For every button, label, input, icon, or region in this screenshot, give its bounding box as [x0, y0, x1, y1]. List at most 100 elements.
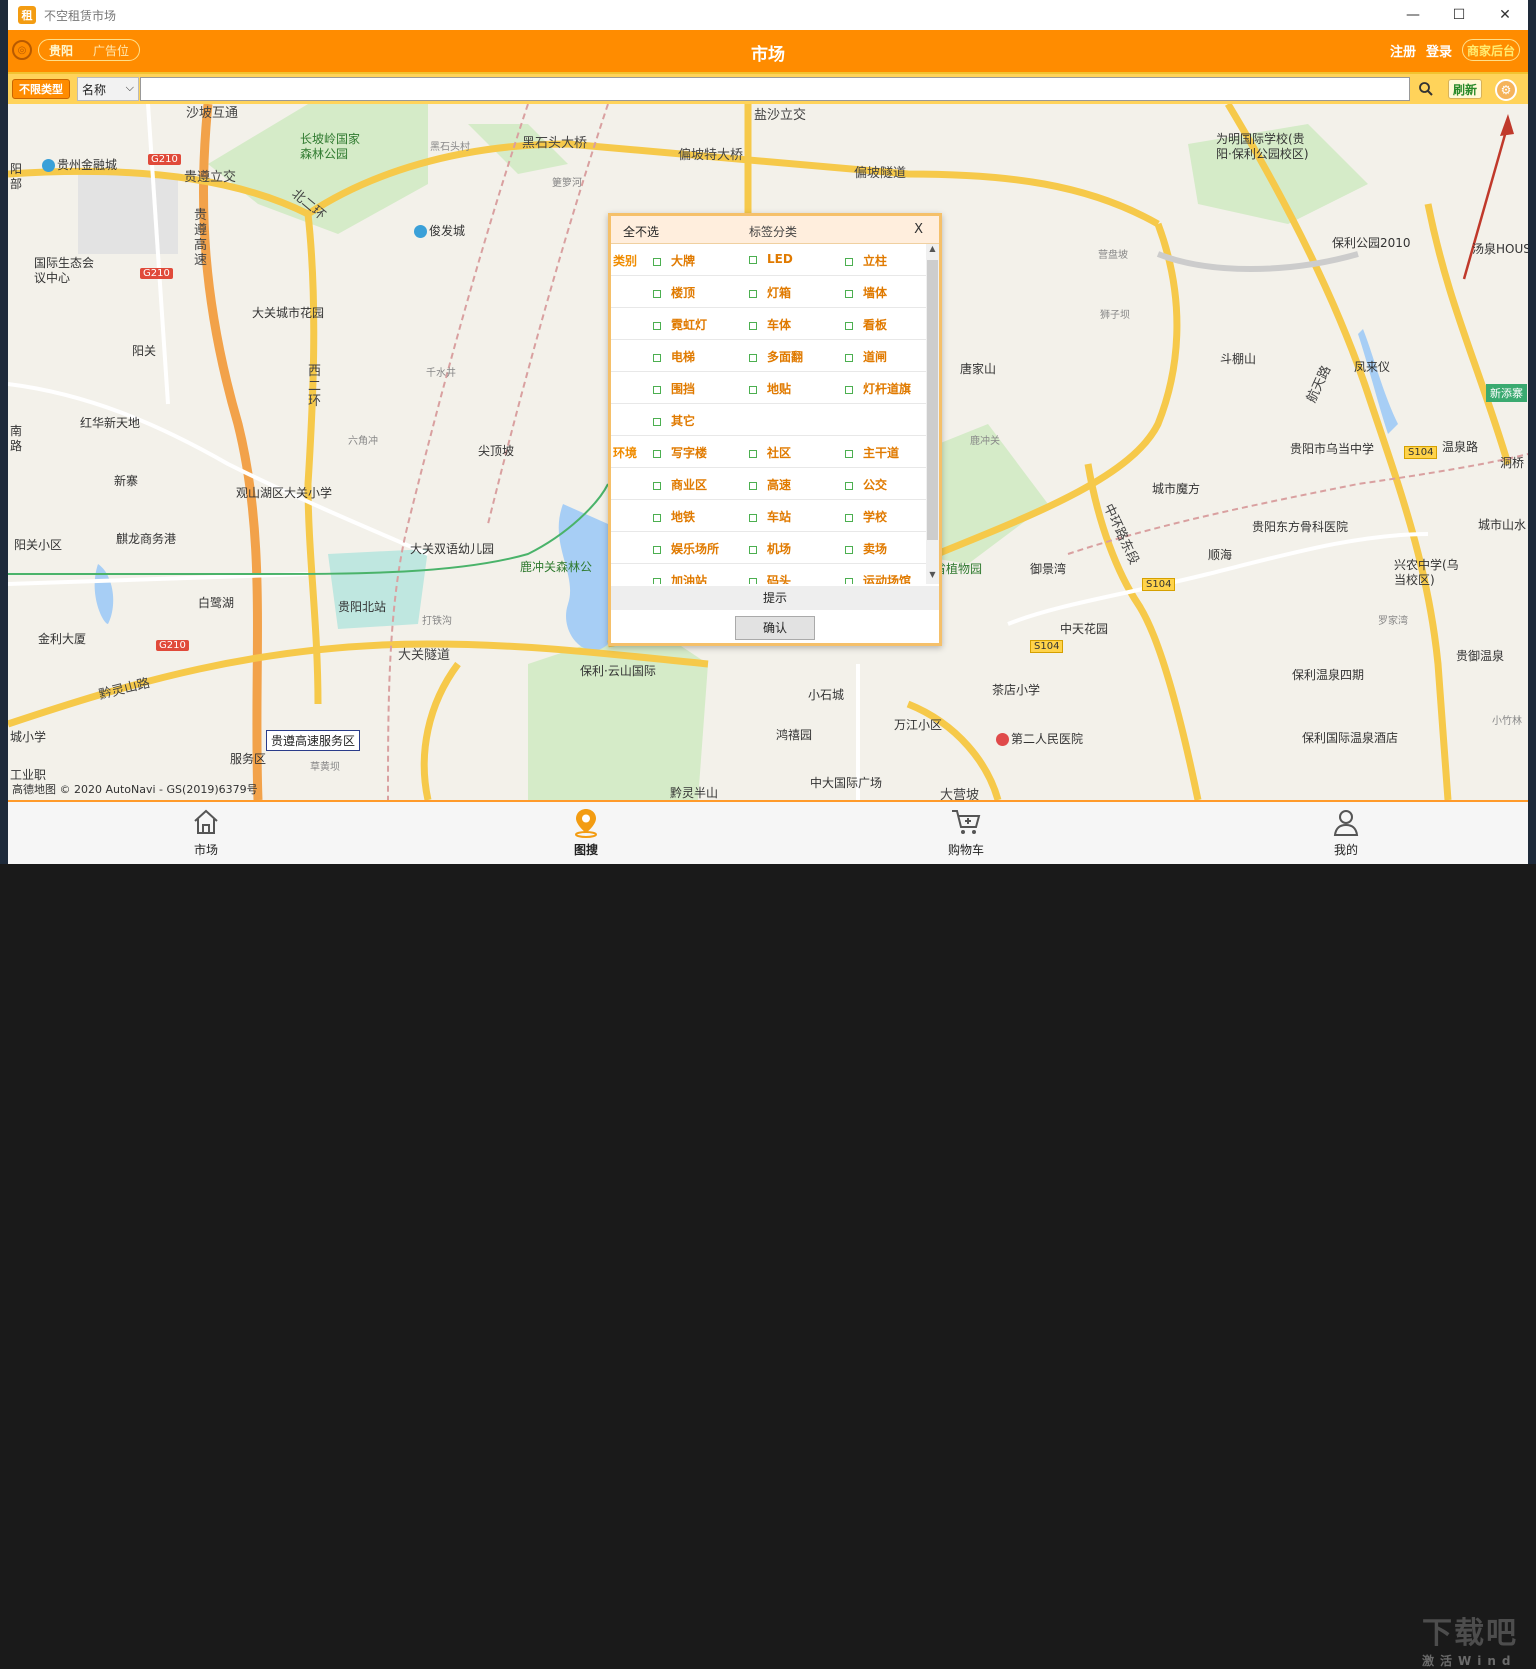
- checkbox-icon[interactable]: [653, 449, 661, 458]
- map-poi[interactable]: 中天花园: [1060, 620, 1108, 637]
- checkbox-icon[interactable]: [653, 353, 661, 362]
- map-poi[interactable]: 茶店小学: [992, 681, 1040, 698]
- map-poi[interactable]: 为明国际学校(贵阳·保利公园校区): [1216, 132, 1316, 162]
- checkbox-icon[interactable]: [749, 545, 757, 554]
- map-poi[interactable]: 大营坡: [940, 784, 979, 800]
- map-poi[interactable]: 保利·云山国际: [580, 662, 656, 679]
- tag-checkbox[interactable]: 运动场馆: [845, 572, 911, 584]
- type-filter-button[interactable]: 不限类型: [12, 79, 70, 99]
- map-poi[interactable]: 观山湖区大关小学: [236, 484, 332, 501]
- checkbox-icon[interactable]: [845, 545, 853, 554]
- map-poi[interactable]: 温泉路: [1442, 438, 1478, 455]
- map-poi[interactable]: 大关隧道: [398, 644, 450, 663]
- tag-checkbox[interactable]: 车站: [749, 508, 791, 525]
- map-poi[interactable]: 贵御温泉: [1456, 647, 1504, 664]
- checkbox-icon[interactable]: [653, 385, 661, 394]
- tag-checkbox[interactable]: 社区: [749, 444, 791, 461]
- checkbox-icon[interactable]: [653, 545, 661, 554]
- map-poi[interactable]: 唐家山: [960, 360, 996, 377]
- register-link[interactable]: 注册: [1390, 41, 1416, 60]
- map-poi[interactable]: 黑石头大桥: [522, 132, 587, 151]
- map-poi[interactable]: 筻箩河: [552, 174, 582, 189]
- checkbox-icon[interactable]: [845, 481, 853, 490]
- nav-map-search[interactable]: 图搜: [526, 806, 646, 858]
- checkbox-icon[interactable]: [845, 577, 853, 584]
- checkbox-icon[interactable]: [749, 449, 757, 458]
- checkbox-icon[interactable]: [845, 449, 853, 458]
- map-poi[interactable]: 万江小区: [894, 716, 942, 733]
- refresh-button[interactable]: 刷新: [1448, 79, 1483, 99]
- search-input[interactable]: [140, 77, 1410, 101]
- checkbox-icon[interactable]: [653, 577, 661, 584]
- checkbox-icon[interactable]: [653, 417, 661, 426]
- map-poi[interactable]: 长坡岭国家森林公园: [300, 132, 370, 162]
- map-poi[interactable]: 罗家湾: [1378, 612, 1408, 627]
- tag-checkbox[interactable]: 围挡: [653, 380, 695, 397]
- tag-checkbox[interactable]: 道闸: [845, 348, 887, 365]
- map-poi[interactable]: 尖顶坡: [478, 442, 514, 459]
- map-poi[interactable]: 斗棚山: [1220, 350, 1256, 367]
- tag-checkbox[interactable]: 加油站: [653, 572, 707, 584]
- settings-gear-icon[interactable]: ⚙: [1495, 79, 1517, 101]
- map-poi[interactable]: 第二人民医院: [996, 730, 1083, 747]
- map-poi[interactable]: 俊发城: [414, 222, 465, 239]
- dialog-scrollbar[interactable]: ▲ ▼: [926, 244, 939, 584]
- map-poi[interactable]: 沙坡互通: [186, 104, 238, 121]
- confirm-button[interactable]: 确认: [735, 616, 815, 640]
- tag-checkbox[interactable]: 高速: [749, 476, 791, 493]
- tag-checkbox[interactable]: 公交: [845, 476, 887, 493]
- checkbox-icon[interactable]: [845, 321, 853, 330]
- map-poi[interactable]: 千水井: [426, 364, 456, 379]
- tag-checkbox[interactable]: 地贴: [749, 380, 791, 397]
- map-poi[interactable]: 大关城市花园: [252, 304, 324, 321]
- service-area-label[interactable]: 贵遵高速服务区: [266, 730, 361, 751]
- maximize-button[interactable]: ☐: [1436, 0, 1482, 30]
- map-poi[interactable]: 新寨: [114, 472, 138, 489]
- map-poi[interactable]: 贵阳北站: [338, 598, 386, 615]
- map-poi[interactable]: 保利国际温泉酒店: [1302, 729, 1398, 746]
- login-link[interactable]: 登录: [1426, 41, 1452, 60]
- map-poi[interactable]: 汤泉HOUSE: [1472, 240, 1528, 257]
- map-poi[interactable]: 中大国际广场: [810, 774, 882, 791]
- map-poi[interactable]: 城市山水: [1478, 516, 1526, 533]
- tag-checkbox[interactable]: 灯杆道旗: [845, 380, 911, 397]
- scroll-up-icon[interactable]: ▲: [926, 244, 939, 258]
- map-poi[interactable]: 小石城: [808, 686, 844, 703]
- map-poi[interactable]: 御景湾: [1030, 560, 1066, 577]
- dialog-close-button[interactable]: X: [914, 222, 923, 237]
- map-poi[interactable]: 红华新天地: [80, 414, 140, 431]
- checkbox-icon[interactable]: [749, 321, 757, 330]
- tag-checkbox[interactable]: 机场: [749, 540, 791, 557]
- map-poi[interactable]: 打铁沟: [422, 612, 452, 627]
- map-poi[interactable]: 洞桥: [1500, 454, 1524, 471]
- map-poi[interactable]: 城市魔方: [1152, 480, 1200, 497]
- map-poi[interactable]: 偏坡特大桥: [678, 144, 743, 163]
- map-poi[interactable]: 保利温泉四期: [1292, 666, 1364, 683]
- checkbox-icon[interactable]: [653, 289, 661, 298]
- tag-checkbox[interactable]: LED: [749, 252, 793, 266]
- tag-checkbox[interactable]: 卖场: [845, 540, 887, 557]
- map-poi[interactable]: 狮子坝: [1100, 306, 1130, 321]
- scroll-down-icon[interactable]: ▼: [926, 570, 939, 584]
- nav-market[interactable]: 市场: [146, 806, 266, 858]
- tag-checkbox[interactable]: 主干道: [845, 444, 899, 461]
- map-poi[interactable]: 服务区: [230, 750, 266, 767]
- map-poi[interactable]: 顺海: [1208, 546, 1232, 563]
- map-poi[interactable]: 贵遵立交: [184, 166, 236, 185]
- tag-checkbox[interactable]: 商业区: [653, 476, 707, 493]
- map-poi[interactable]: 阳部: [10, 162, 26, 192]
- tag-checkbox[interactable]: 看板: [845, 316, 887, 333]
- tag-checkbox[interactable]: 车体: [749, 316, 791, 333]
- tag-checkbox[interactable]: 其它: [653, 412, 695, 429]
- search-field-select[interactable]: 名称 ⌵: [77, 77, 139, 101]
- map-poi[interactable]: 六角冲: [348, 432, 378, 447]
- map-poi[interactable]: 大关双语幼儿园: [410, 540, 494, 557]
- tag-list[interactable]: 类别 大牌 LED 立柱 楼顶 灯箱 墙体 霓虹灯 车体 看板 电梯 多面翻 道闸 围挡 地贴 灯杆道旗 其它环…: [611, 244, 926, 584]
- checkbox-icon[interactable]: [653, 481, 661, 490]
- checkbox-icon[interactable]: [653, 257, 661, 266]
- tag-checkbox[interactable]: 写字楼: [653, 444, 707, 461]
- tag-checkbox[interactable]: 码头: [749, 572, 791, 584]
- map-poi[interactable]: 草黄坝: [310, 758, 340, 773]
- tag-checkbox[interactable]: 灯箱: [749, 284, 791, 301]
- tag-checkbox[interactable]: 电梯: [653, 348, 695, 365]
